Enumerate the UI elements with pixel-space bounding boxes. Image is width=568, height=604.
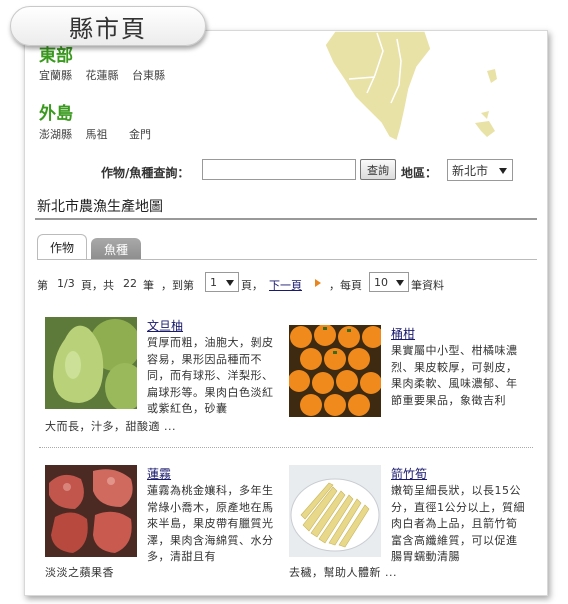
chevron-down-icon [226, 280, 234, 286]
title-divider [35, 218, 537, 220]
pagination: 第 1/3 頁，共 22 筆 ，到第 1 頁， 下一頁 ，每頁 10 筆資料 [37, 271, 537, 293]
product-card: 桶柑 果實屬中小型、柑橘味濃烈、果皮較厚，可剝皮，果肉柔軟、風味濃郁、年節重要果… [289, 325, 531, 445]
pager-per-page: ，每頁 [329, 279, 362, 292]
per-page-select[interactable]: 10 [369, 272, 409, 292]
county-link[interactable]: 宜蘭縣 [39, 69, 72, 82]
product-description: 果實屬中小型、柑橘味濃烈、果皮較厚，可剝皮，果肉柔軟、風味濃郁、年節重要果品，象… [391, 344, 518, 407]
page-select-value: 1 [210, 275, 217, 289]
product-description-more: 去穢，幫助人體新 ... [289, 566, 397, 579]
area-select[interactable]: 新北市 [447, 159, 513, 181]
page-tab-title: 縣市頁 [69, 14, 147, 43]
product-description: 嫩筍呈細長狀，以長15公分，直徑1公分以上，質細肉白者為上品，且箭竹筍富含高纖維… [391, 484, 525, 563]
search-input[interactable] [202, 159, 356, 180]
page-title: 新北市農漁生產地圖 [37, 199, 163, 215]
chevron-down-icon [396, 280, 404, 286]
page-select[interactable]: 1 [205, 272, 239, 292]
region-counties-islands: 澎湖縣 馬祖 金門 [39, 126, 161, 142]
tab-divider [37, 259, 537, 260]
region-counties-east: 宜蘭縣 花蓮縣 台東縣 [39, 67, 175, 83]
pomelo-image[interactable] [45, 317, 137, 409]
search-bar: 作物/魚種查詢： 查詢 地區： 新北市 [25, 157, 547, 183]
next-page-link[interactable]: 下一頁 [269, 277, 302, 293]
product-name-link[interactable]: 文旦柚 [147, 317, 183, 334]
search-button[interactable]: 查詢 [360, 159, 396, 180]
county-link[interactable]: 台東縣 [132, 69, 165, 82]
product-card: 箭竹筍 嫩筍呈細長狀，以長15公分，直徑1公分以上，質細肉白者為上品，且箭竹筍富… [289, 465, 531, 585]
taiwan-map[interactable] [305, 31, 548, 151]
pager-page: 1/3 [57, 277, 75, 290]
page-tab-header: 縣市頁 [10, 6, 206, 46]
product-card: 文旦柚 質厚而粗，油胞大，剝皮容易，果形因品種而不同，而有球形、洋梨形、扁球形等… [45, 317, 287, 437]
product-description-more: 大而長，汁多，甜酸適 ... [45, 420, 176, 433]
pager-page-suffix: 頁， [241, 279, 263, 292]
bamboo-shoot-image[interactable] [289, 465, 381, 557]
county-link[interactable]: 澎湖縣 [39, 128, 72, 141]
county-link[interactable]: 金門 [129, 128, 151, 141]
chevron-down-icon [499, 168, 507, 174]
area-select-value: 新北市 [452, 163, 489, 178]
row-divider [39, 447, 533, 448]
pager-prefix: 第 [37, 279, 48, 292]
product-name-link[interactable]: 箭竹筍 [391, 465, 427, 482]
county-link[interactable]: 馬祖 [86, 128, 108, 141]
pager-total-unit: 筆 [143, 279, 154, 292]
area-label: 地區： [401, 166, 438, 180]
pager-goto: ，到第 [161, 279, 194, 292]
search-label: 作物/魚種查詢： [101, 166, 190, 180]
product-description: 質厚而粗，油胞大，剝皮容易，果形因品種而不同，而有球形、洋梨形、扁球形等。果肉白… [147, 336, 274, 415]
region-title-islands: 外島 [39, 104, 73, 124]
product-name-link[interactable]: 蓮霧 [147, 465, 171, 482]
arrow-right-icon [315, 279, 321, 287]
content-frame: 東部 宜蘭縣 花蓮縣 台東縣 外島 澎湖縣 馬祖 金門 作物/魚種查詢： 查詢 … [24, 30, 548, 596]
product-description-more: 淡淡之蘋果香 [45, 566, 114, 579]
pager-page-unit: 頁，共 [81, 279, 114, 292]
county-link[interactable]: 花蓮縣 [86, 69, 119, 82]
pager-total: 22 [123, 277, 137, 290]
product-name-link[interactable]: 桶柑 [391, 325, 415, 342]
tab-fish[interactable]: 魚種 [91, 238, 141, 260]
product-description: 蓮霧為桃金孃科，多年生常綠小喬木，原產地在馬來半島，果皮帶有臘質光澤，果肉含海綿… [147, 484, 274, 563]
per-page-select-value: 10 [374, 275, 388, 289]
pager-per-page-suffix: 筆資料 [411, 279, 444, 292]
product-card: 蓮霧 蓮霧為桃金孃科，多年生常綠小喬木，原產地在馬來半島，果皮帶有臘質光澤，果肉… [45, 465, 287, 585]
tab-crops[interactable]: 作物 [37, 234, 87, 260]
wax-apple-image[interactable] [45, 465, 137, 557]
tangerine-image[interactable] [289, 325, 381, 417]
